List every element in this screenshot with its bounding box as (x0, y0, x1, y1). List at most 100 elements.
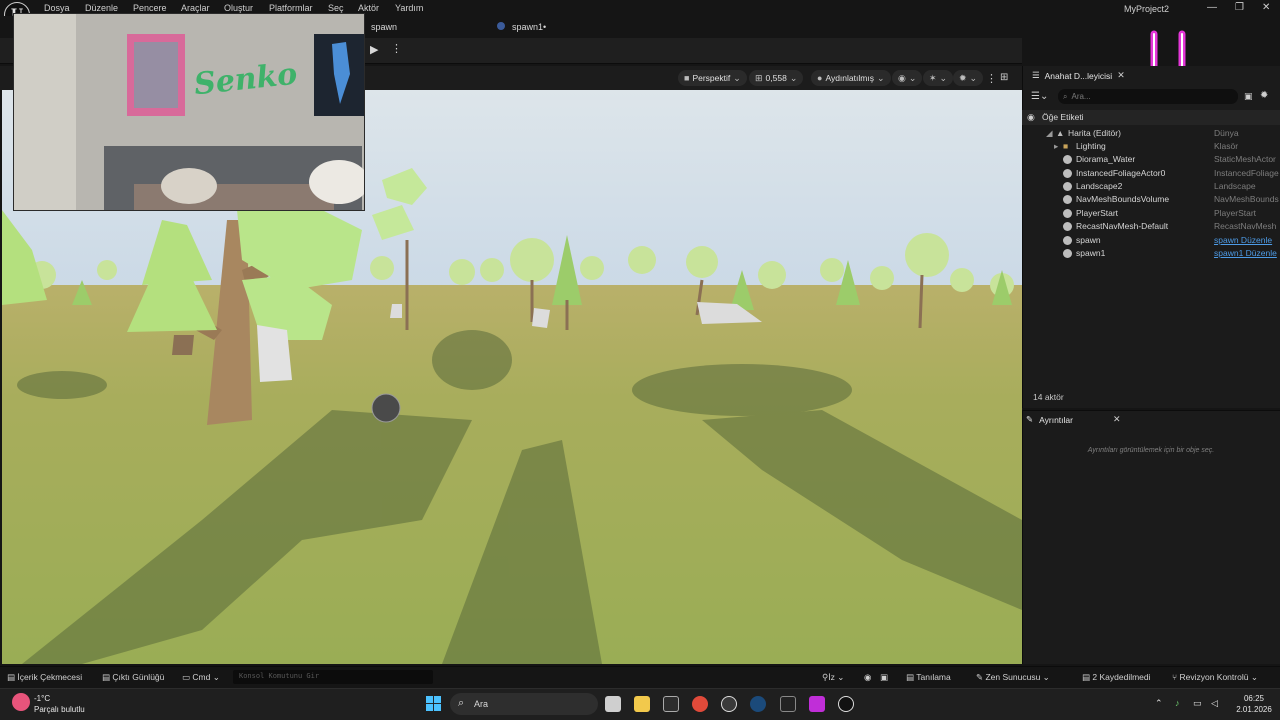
filter-icon[interactable]: ☰⌄ (1031, 91, 1048, 102)
outliner-item-name: InstancedFoliageActor0 (1076, 168, 1166, 178)
drawer-icon: ▤ (7, 672, 18, 682)
outliner-row[interactable]: RecastNavMesh-Default RecastNavMesh (1022, 220, 1280, 233)
outliner-item-type: PlayerStart (1214, 208, 1257, 218)
outliner-search-input[interactable]: ⌕ Ara... (1058, 89, 1238, 104)
webcam-overlay: Senko (13, 13, 365, 211)
record-icon[interactable]: ◉ (864, 672, 871, 683)
actor-icon (1063, 169, 1072, 178)
perspective-dropdown[interactable]: ■ Perspektif ⌄ (678, 70, 747, 86)
store-icon[interactable] (663, 696, 679, 712)
app-icon[interactable] (721, 696, 737, 712)
file-explorer-icon[interactable] (634, 696, 650, 712)
eye-icon: ◉ (898, 72, 906, 83)
weather-icon[interactable] (12, 693, 30, 711)
outliner-row[interactable]: spawn1 spawn1 Düzenle (1022, 247, 1280, 260)
volume-icon[interactable]: ◁ (1211, 698, 1218, 709)
menu-window[interactable]: Pencere (133, 3, 167, 13)
cmd-dropdown[interactable]: ▭ Cmd ⌄ (182, 672, 220, 683)
menu-edit[interactable]: Düzenle (85, 3, 118, 13)
revision-control-dropdown[interactable]: ⑂ Revizyon Kontrolü ⌄ (1172, 672, 1258, 683)
unsaved-button[interactable]: ▤ 2 Kaydedilmedi (1082, 672, 1151, 683)
close-icon[interactable]: ✕ (1117, 70, 1125, 81)
outliner-row[interactable]: ◢ ▲ Harita (Editör) Dünya (1022, 127, 1280, 140)
chrome-icon[interactable] (692, 696, 708, 712)
camera-speed-control[interactable]: ⊞ 0,558 ⌄ (749, 70, 804, 86)
zen-server-dropdown[interactable]: ✎ Zen Sunucusu ⌄ (976, 672, 1050, 683)
trace-label: İz (828, 672, 835, 682)
menu-file[interactable]: Dosya (44, 3, 70, 13)
menu-actor[interactable]: Aktör (358, 3, 379, 13)
outliner-row[interactable]: ▸ ■ Lighting Klasör (1022, 140, 1280, 153)
folder-add-icon[interactable]: ▣ (1244, 91, 1253, 102)
play-icon[interactable]: ▶ (370, 43, 384, 57)
outliner-icon: ☰ (1032, 70, 1040, 80)
level-icon (497, 22, 505, 30)
details-title: Ayrıntılar (1039, 414, 1073, 425)
content-drawer-button[interactable]: ▤ İçerik Çekmecesi (7, 672, 82, 683)
more-options-icon[interactable]: ⋮ (391, 42, 402, 55)
menu-platforms[interactable]: Platformlar (269, 3, 313, 13)
unsaved-icon: ▤ (1082, 672, 1093, 682)
outliner-row[interactable]: PlayerStart PlayerStart (1022, 207, 1280, 220)
outliner-item-type: RecastNavMesh (1214, 221, 1277, 231)
eye-icon[interactable]: ◉ (1027, 112, 1035, 123)
level-tab-spawn1[interactable]: spawn1• (512, 22, 546, 32)
content-drawer-label: İçerik Çekmecesi (17, 672, 83, 682)
streaming-app-icon[interactable] (809, 696, 825, 712)
details-tab[interactable]: ✎ Ayrıntılar ✕ (1026, 411, 1121, 428)
network-icon[interactable]: ▭ (1193, 698, 1202, 709)
close-icon[interactable]: ✕ (1113, 414, 1121, 425)
search-placeholder: Ara... (1071, 92, 1091, 101)
minimize-icon[interactable]: — (1207, 2, 1217, 13)
snap-dropdown[interactable]: ✶ ⌄ (923, 70, 954, 86)
chevron-down-icon: ⌄ (789, 72, 798, 83)
taskbar-search-box[interactable]: ⌕ Ara (450, 693, 598, 715)
tray-chevron-icon[interactable]: ⌃ (1155, 698, 1163, 709)
lit-sphere-icon: ● (817, 73, 823, 83)
expand-arrow-icon[interactable]: ◢ (1046, 128, 1053, 139)
maximize-icon[interactable]: ❐ (1235, 2, 1244, 13)
microphone-icon[interactable]: ♪ (1175, 698, 1180, 708)
viewport-menu-icon[interactable]: ⋮ (986, 72, 997, 85)
menu-build[interactable]: Oluştur (224, 3, 253, 13)
show-flags-dropdown[interactable]: ◉ ⌄ (892, 70, 923, 86)
output-log-button[interactable]: ▤ Çıktı Günlüğü (102, 672, 164, 683)
outliner-row[interactable]: Diorama_Water StaticMeshActor (1022, 153, 1280, 166)
layout-grid-icon[interactable]: ⊞ (1000, 72, 1008, 83)
menu-select[interactable]: Seç (328, 3, 344, 13)
edit-blueprint-link[interactable]: spawn Düzenle (1214, 235, 1280, 245)
gear-icon[interactable]: ✹ (1260, 90, 1268, 101)
task-view-icon[interactable] (605, 696, 621, 712)
expand-arrow-icon[interactable]: ▸ (1054, 141, 1058, 152)
log-icon: ▤ (102, 672, 113, 682)
search-icon: ⌕ (1063, 91, 1068, 101)
console-command-input[interactable]: Konsol Komutunu Gir (233, 670, 433, 684)
screenshot-icon[interactable]: ▣ (880, 672, 888, 683)
outliner-row[interactable]: spawn spawn Düzenle (1022, 234, 1280, 247)
outliner-item-type: NavMeshBounds (1214, 194, 1279, 204)
outliner-row[interactable]: InstancedFoliageActor0 InstancedFoliage (1022, 167, 1280, 180)
settings-dropdown[interactable]: ✹ ⌄ (953, 70, 984, 86)
clock-time[interactable]: 06:25 (1234, 694, 1274, 703)
chevron-down-icon: ⌄ (733, 72, 741, 83)
steam-icon[interactable] (750, 696, 766, 712)
windows-start-icon[interactable] (426, 696, 441, 711)
menu-tools[interactable]: Araçlar (181, 3, 210, 13)
diagnostics-button[interactable]: ▤ Tanılama (906, 672, 951, 683)
epic-games-icon[interactable] (780, 696, 796, 712)
actor-icon (1063, 249, 1072, 258)
view-mode-dropdown[interactable]: ● Aydınlatılmış ⌄ (811, 70, 891, 86)
trace-dropdown[interactable]: ⚲İz ⌄ (822, 672, 844, 683)
unreal-engine-icon[interactable] (838, 696, 854, 712)
item-label-column[interactable]: Öğe Etiketi (1042, 112, 1084, 122)
level-tab-spawn[interactable]: spawn (371, 22, 397, 32)
edit-blueprint-link[interactable]: spawn1 Düzenle (1214, 248, 1280, 258)
close-window-icon[interactable]: ✕ (1262, 2, 1270, 13)
menu-help[interactable]: Yardım (395, 3, 423, 13)
outliner-row[interactable]: NavMeshBoundsVolume NavMeshBounds (1022, 193, 1280, 206)
unsaved-label: 2 Kaydedilmedi (1092, 672, 1151, 682)
clock-date[interactable]: 2.01.2026 (1232, 705, 1276, 714)
outliner-tab[interactable]: ☰ Anahat D...leyicisi ✕ (1026, 67, 1131, 84)
speed-icon: ⊞ (755, 72, 763, 83)
outliner-row[interactable]: Landscape2 Landscape (1022, 180, 1280, 193)
